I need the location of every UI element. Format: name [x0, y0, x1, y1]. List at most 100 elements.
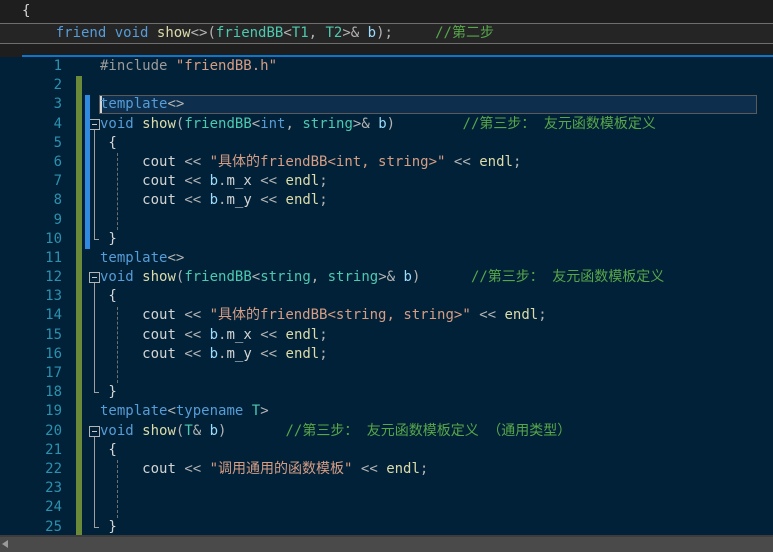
fold-collapse-icon[interactable]	[89, 272, 100, 284]
code-line-text[interactable]: {	[100, 134, 116, 153]
code-line[interactable]: 25 }	[0, 518, 773, 537]
code-token-fn: show	[142, 269, 176, 286]
fold-collapse-icon[interactable]	[89, 118, 100, 130]
code-token-str: "具体的friendBB<string, string>"	[209, 307, 471, 324]
code-line[interactable]: 18 }	[0, 383, 773, 402]
code-line[interactable]: 7 cout << b.m_x << endl;	[0, 172, 773, 191]
code-line[interactable]: 23	[0, 479, 773, 498]
code-token-var: b	[209, 192, 219, 209]
code-token-mem: endl	[285, 345, 320, 362]
code-line-text[interactable]: cout << b.m_y << endl;	[100, 345, 328, 364]
code-token-op: <<	[260, 173, 278, 190]
code-token-plain: m_y	[226, 345, 252, 362]
code-token-op: <<	[453, 153, 471, 170]
code-line-text[interactable]: cout << b.m_x << endl;	[100, 326, 328, 345]
code-token-op: <>	[167, 249, 185, 266]
code-line[interactable]: 6 cout << "具体的friendBB<int, string>" << …	[0, 153, 773, 172]
fold-region-line	[94, 283, 99, 394]
code-line-text[interactable]: template<typename T>	[100, 402, 269, 421]
line-number: 22	[45, 460, 62, 477]
code-line[interactable]: 8 cout << b.m_y << endl;	[0, 191, 773, 210]
code-line-text[interactable]: void show(T& b) //第三步： 友元函数模板定义 （通用类型）	[100, 422, 571, 441]
code-line[interactable]: 24	[0, 498, 773, 517]
code-token-kw: template	[100, 96, 168, 113]
code-line[interactable]: 9	[0, 211, 773, 230]
code-line-text[interactable]: cout << b.m_y << endl;	[100, 191, 328, 210]
triangle-left-icon[interactable]	[2, 540, 8, 548]
code-token-op: <<	[184, 326, 202, 343]
code-token-plain: cout	[142, 173, 176, 190]
context-token-fn: show	[156, 25, 191, 41]
code-line[interactable]: 3 template<>	[0, 95, 773, 114]
code-line[interactable]: 20 void show(T& b) //第三步： 友元函数模板定义 （通用类型）	[0, 422, 773, 441]
indent-guide	[117, 460, 118, 518]
code-line-text[interactable]: void show(friendBB<string, string>& b) /…	[100, 268, 664, 287]
code-token-op: >&	[378, 269, 404, 286]
code-line-text[interactable]: cout << "具体的friendBB<string, string>" <<…	[100, 306, 547, 325]
code-token-cmt: //第三步： 友元函数模板定义	[470, 269, 665, 286]
code-editor[interactable]: 1 #include "friendBB.h" 2 3 template<> 4 void …	[0, 57, 773, 537]
line-number: 23	[45, 480, 62, 497]
horizontal-scrollbar[interactable]	[0, 537, 773, 552]
code-line-text[interactable]: {	[100, 441, 116, 460]
code-line-text[interactable]: #include "friendBB.h"	[100, 57, 277, 76]
code-line[interactable]: 13 {	[0, 287, 773, 306]
code-line[interactable]: 2	[0, 76, 773, 95]
code-line[interactable]: 4 void show(friendBB<int, string>& b) //第…	[0, 115, 773, 134]
code-line[interactable]: 14 cout << "具体的friendBB<string, string>"…	[0, 306, 773, 325]
code-line[interactable]: 5 {	[0, 134, 773, 153]
code-token-op: <<	[184, 307, 202, 324]
code-line[interactable]: 21 {	[0, 441, 773, 460]
code-token-op: ;	[419, 460, 429, 477]
code-line[interactable]: 12 void show(friendBB<string, string>& b)…	[0, 268, 773, 287]
code-line[interactable]: 15 cout << b.m_x << endl;	[0, 326, 773, 345]
code-line-text[interactable]: template<>	[100, 249, 184, 268]
code-line-text[interactable]: cout << "调用通用的函数模板" << endl;	[100, 460, 428, 479]
code-token-plain: m_x	[226, 326, 252, 343]
code-line[interactable]: 22 cout << "调用通用的函数模板" << endl;	[0, 460, 773, 479]
line-number: 24	[45, 499, 62, 516]
code-token-mem: endl	[285, 173, 320, 190]
code-line[interactable]: 16 cout << b.m_y << endl;	[0, 345, 773, 364]
code-line[interactable]: 11 template<>	[0, 249, 773, 268]
line-number: 17	[45, 365, 62, 381]
code-line-text[interactable]: }	[100, 230, 116, 249]
code-token-plain: {	[100, 288, 117, 305]
code-line[interactable]: 1 #include "friendBB.h"	[0, 57, 773, 76]
context-token-typ: friendBB	[215, 25, 284, 41]
line-number: 21	[45, 441, 62, 458]
context-token-kw: friend	[55, 25, 107, 41]
code-line-text[interactable]: void show(friendBB<int, string>& b) //第三…	[100, 115, 656, 134]
fold-collapse-icon[interactable]	[89, 425, 100, 437]
code-line[interactable]: 17	[0, 364, 773, 383]
context-token-typ: T1	[291, 25, 309, 41]
code-line[interactable]: 10 }	[0, 230, 773, 249]
line-number: 9	[53, 211, 62, 228]
unsaved-changes-indicator	[85, 95, 90, 249]
code-line-text[interactable]: {	[100, 287, 117, 306]
context-token-plain	[393, 25, 435, 41]
code-token-op: <<	[260, 345, 278, 362]
code-line-text[interactable]: cout << "具体的friendBB<int, string>" << en…	[100, 153, 521, 172]
code-token-op: ;	[538, 307, 547, 324]
code-line-text[interactable]: }	[100, 383, 116, 402]
code-token-cmt: //第三步： 友元函数模板定义	[462, 115, 656, 132]
code-token-plain: cout	[142, 345, 176, 362]
code-line-text[interactable]: template<>	[100, 95, 184, 114]
context-token-op: >&	[342, 25, 368, 41]
code-line[interactable]: 19 template<typename T>	[0, 402, 773, 421]
code-line-text[interactable]: cout << b.m_x << endl;	[100, 172, 328, 191]
code-line-text[interactable]: }	[100, 518, 116, 537]
line-number: 4	[53, 115, 62, 132]
context-token-plain	[148, 25, 156, 41]
code-token-op: <<	[360, 460, 378, 477]
